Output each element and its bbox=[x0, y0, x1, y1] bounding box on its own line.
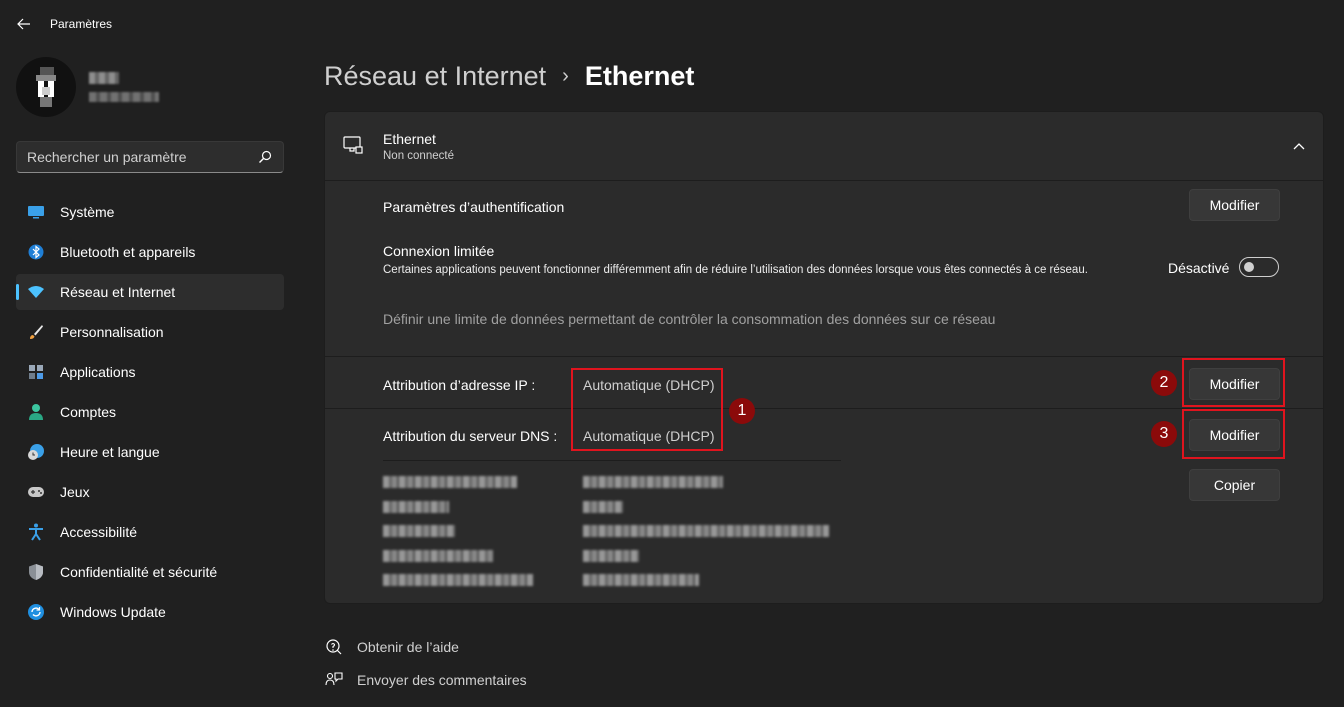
redacted-label bbox=[383, 574, 533, 586]
redacted-value bbox=[583, 476, 723, 488]
help-label: Obtenir de l’aide bbox=[357, 639, 459, 655]
user-name-redacted bbox=[89, 72, 119, 84]
sidebar-item-heure-langue[interactable]: Heure et langue bbox=[16, 434, 284, 470]
sidebar-item-windows-update[interactable]: Windows Update bbox=[16, 594, 284, 630]
sidebar-item-label: Applications bbox=[60, 364, 136, 380]
sidebar-item-personnalisation[interactable]: Personnalisation bbox=[16, 314, 284, 350]
divider bbox=[325, 408, 1323, 409]
search-input[interactable] bbox=[17, 142, 257, 172]
redacted-value bbox=[583, 525, 829, 537]
gamepad-icon bbox=[26, 482, 46, 502]
sidebar-item-confidentialite[interactable]: Confidentialité et sécurité bbox=[16, 554, 284, 590]
avatar-pixel bbox=[42, 87, 50, 95]
chevron-up-icon bbox=[1293, 143, 1305, 150]
redacted-label bbox=[383, 549, 493, 562]
avatar-pixel bbox=[40, 97, 52, 107]
divider bbox=[325, 356, 1323, 357]
account-icon bbox=[26, 402, 46, 422]
metered-connection-title: Connexion limitée bbox=[383, 243, 495, 259]
title-bar: Paramètres bbox=[0, 0, 1344, 48]
avatar-pixel bbox=[40, 67, 54, 75]
wifi-icon bbox=[26, 282, 46, 302]
redacted-label bbox=[383, 476, 517, 488]
shield-icon bbox=[26, 562, 46, 582]
redacted-label bbox=[383, 500, 449, 513]
annotation-badge-1: 1 bbox=[729, 398, 755, 424]
sidebar-item-label: Confidentialité et sécurité bbox=[60, 564, 218, 580]
ethernet-icon bbox=[343, 136, 363, 154]
search-box[interactable] bbox=[16, 141, 284, 173]
annotation-badge-3: 3 bbox=[1151, 421, 1177, 447]
back-button[interactable] bbox=[12, 12, 36, 36]
redacted-label bbox=[383, 525, 455, 537]
dns-assignment-label: Attribution du serveur DNS : bbox=[383, 428, 558, 444]
update-icon bbox=[26, 602, 46, 622]
ethernet-title: Ethernet bbox=[383, 131, 436, 147]
avatar[interactable] bbox=[16, 57, 76, 117]
sidebar-item-label: Windows Update bbox=[60, 604, 166, 620]
back-arrow-icon bbox=[17, 18, 30, 30]
ethernet-card-header[interactable]: Ethernet Non connecté bbox=[325, 112, 1323, 180]
brush-icon bbox=[26, 322, 46, 342]
feedback-label: Envoyer des commentaires bbox=[357, 672, 527, 688]
annotation-box-dhcp bbox=[571, 368, 723, 451]
divider bbox=[383, 460, 841, 461]
sidebar-item-systeme[interactable]: Système bbox=[16, 194, 284, 230]
footer-links: Obtenir de l’aide Envoyer des commentair… bbox=[324, 636, 527, 702]
sidebar-item-label: Accessibilité bbox=[60, 524, 138, 540]
clock-globe-icon bbox=[26, 442, 46, 462]
redacted-value bbox=[583, 549, 639, 562]
sidebar-item-label: Personnalisation bbox=[60, 324, 164, 340]
sidebar-item-comptes[interactable]: Comptes bbox=[16, 394, 284, 430]
sidebar-item-label: Heure et langue bbox=[60, 444, 160, 460]
metered-toggle-state: Désactivé bbox=[1168, 260, 1230, 276]
system-icon bbox=[26, 202, 46, 222]
sidebar-nav: Système Bluetooth et appareils Réseau et… bbox=[16, 194, 284, 634]
apps-icon bbox=[26, 362, 46, 382]
help-icon bbox=[324, 637, 344, 657]
sidebar-item-jeux[interactable]: Jeux bbox=[16, 474, 284, 510]
auth-settings-label: Paramètres d’authentification bbox=[383, 199, 565, 215]
breadcrumb-separator: › bbox=[562, 64, 569, 87]
ethernet-status: Non connecté bbox=[383, 150, 454, 162]
divider bbox=[325, 180, 1323, 181]
page-title: Ethernet bbox=[584, 60, 695, 91]
data-limit-link[interactable]: Définir une limite de données permettant… bbox=[383, 311, 995, 327]
breadcrumb-parent[interactable]: Réseau et Internet bbox=[324, 61, 546, 92]
search-icon[interactable] bbox=[257, 149, 273, 165]
sidebar-item-applications[interactable]: Applications bbox=[16, 354, 284, 390]
auth-modify-button[interactable]: Modifier bbox=[1189, 189, 1280, 221]
sidebar-item-label: Réseau et Internet bbox=[60, 284, 176, 300]
toggle-knob bbox=[1244, 262, 1254, 272]
sidebar-item-reseau[interactable]: Réseau et Internet bbox=[16, 274, 284, 310]
sidebar-item-label: Comptes bbox=[60, 404, 117, 420]
app-title: Paramètres bbox=[50, 17, 113, 31]
metered-toggle[interactable] bbox=[1239, 257, 1279, 277]
annotation-box-dns-modify bbox=[1182, 409, 1285, 459]
metered-connection-description: Certaines applications peuvent fonctionn… bbox=[383, 264, 1088, 276]
sidebar-item-accessibilite[interactable]: Accessibilité bbox=[16, 514, 284, 550]
copy-button[interactable]: Copier bbox=[1189, 469, 1280, 501]
collapse-button[interactable] bbox=[1289, 136, 1309, 156]
user-email-redacted bbox=[89, 92, 159, 102]
sidebar-item-label: Jeux bbox=[60, 484, 90, 500]
sidebar-item-label: Système bbox=[60, 204, 115, 220]
feedback-icon bbox=[324, 670, 344, 690]
annotation-box-ip-modify bbox=[1182, 358, 1285, 407]
redacted-value bbox=[583, 574, 699, 586]
breadcrumb: Réseau et Internet › Ethernet bbox=[324, 56, 694, 96]
annotation-badge-2: 2 bbox=[1151, 370, 1177, 396]
bluetooth-icon bbox=[26, 242, 46, 262]
accessibility-icon bbox=[26, 522, 46, 542]
feedback-link[interactable]: Envoyer des commentaires bbox=[324, 669, 527, 691]
sidebar-item-bluetooth[interactable]: Bluetooth et appareils bbox=[16, 234, 284, 270]
ip-assignment-label: Attribution d’adresse IP : bbox=[383, 377, 536, 393]
redacted-value bbox=[583, 500, 623, 513]
help-link[interactable]: Obtenir de l’aide bbox=[324, 636, 527, 658]
sidebar-item-label: Bluetooth et appareils bbox=[60, 244, 196, 260]
ethernet-card: Ethernet Non connecté Paramètres d’authe… bbox=[324, 111, 1324, 604]
